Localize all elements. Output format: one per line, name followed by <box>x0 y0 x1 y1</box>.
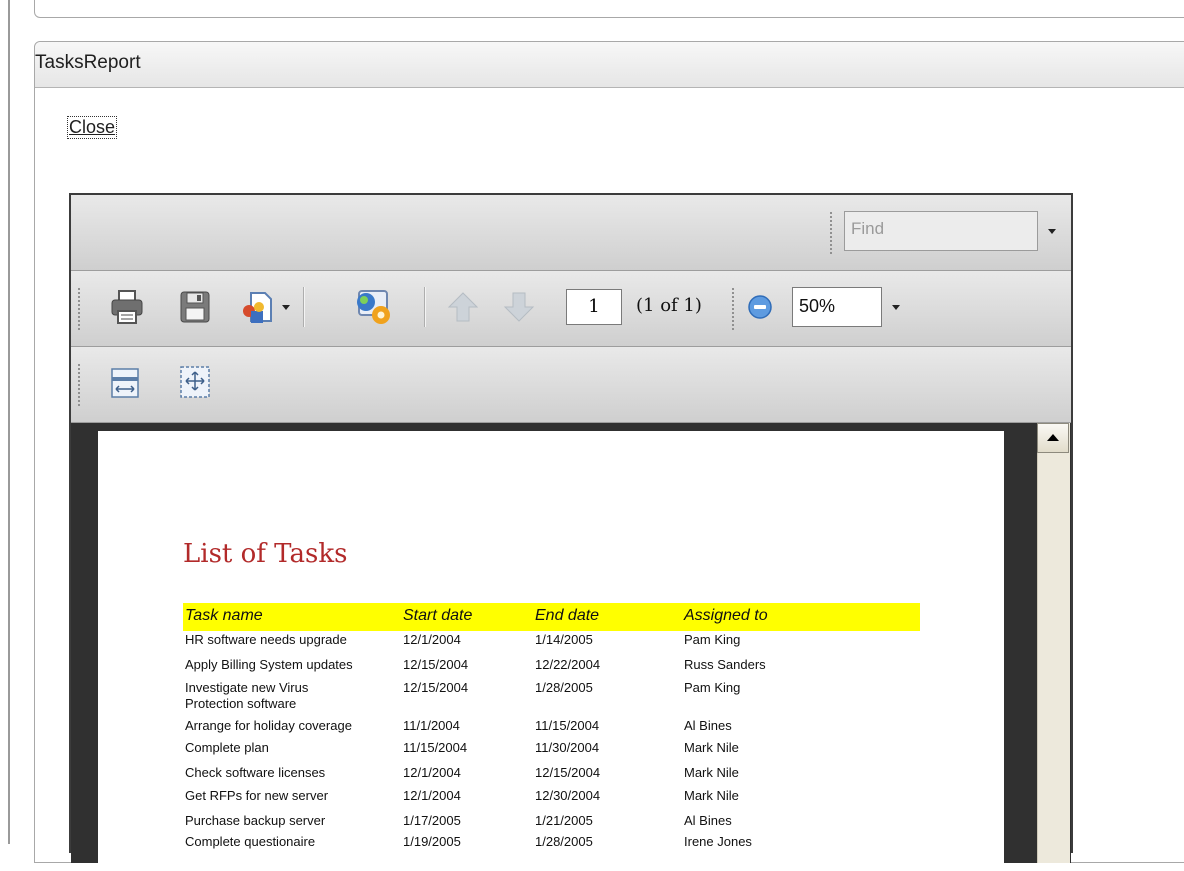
next-page-button[interactable] <box>501 289 541 329</box>
table-cell-end: 12/15/2004 <box>535 765 601 780</box>
table-cell-assigned: Mark Nile <box>684 765 739 780</box>
whole-page-button[interactable] <box>177 363 217 403</box>
toolbar-grip[interactable] <box>829 211 833 255</box>
table-cell-end: 1/21/2005 <box>535 813 593 828</box>
page-width-button[interactable] <box>107 365 147 405</box>
vertical-scrollbar[interactable] <box>1037 423 1070 863</box>
page-width-icon <box>111 368 139 398</box>
toolbar-separator <box>303 287 304 327</box>
table-cell-start: 1/17/2005 <box>403 813 461 828</box>
report-title: List of Tasks <box>183 539 348 569</box>
find-toolbar: Find <box>71 195 1071 271</box>
find-dropdown-icon[interactable] <box>1048 229 1056 234</box>
table-cell-start: 12/1/2004 <box>403 788 461 803</box>
table-cell-start: 12/15/2004 <box>403 657 469 672</box>
table-cell-task: Complete questionaire <box>185 834 316 849</box>
table-cell-assigned: Al Bines <box>684 813 732 828</box>
find-input[interactable]: Find <box>844 211 1038 251</box>
table-cell-end: 1/28/2005 <box>535 680 593 695</box>
table-cell-task: Protection software <box>185 696 297 711</box>
table-cell-task: Purchase backup server <box>185 813 326 828</box>
page-count-label: (1 of 1) <box>636 295 702 316</box>
table-cell-end: 1/14/2005 <box>535 632 593 647</box>
upper-panel-edge <box>34 0 1184 18</box>
column-header-start: Start date <box>403 607 473 624</box>
previous-page-button[interactable] <box>445 289 485 329</box>
column-header-assigned: Assigned to <box>684 607 768 624</box>
close-link[interactable]: Close <box>66 116 118 139</box>
scroll-up-button[interactable] <box>1037 423 1069 453</box>
scroll-up-icon <box>1047 434 1059 441</box>
table-cell-assigned: Russ Sanders <box>684 657 766 672</box>
web-layout-icon <box>357 290 390 324</box>
table-cell-end: 12/30/2004 <box>535 788 601 803</box>
toolbar-grip[interactable] <box>77 363 81 407</box>
table-cell-end: 1/28/2005 <box>535 834 593 849</box>
table-cell-task: Investigate new Virus <box>185 680 309 695</box>
table-cell-start: 1/19/2005 <box>403 834 461 849</box>
table-cell-task: Get RFPs for new server <box>185 788 329 803</box>
save-button[interactable] <box>175 287 215 327</box>
page-number-input[interactable]: 1 <box>566 289 622 325</box>
report-page: List of Tasks Task name Start date End d… <box>98 431 1004 871</box>
web-layout-button[interactable] <box>351 285 391 325</box>
toolbar-grip[interactable] <box>77 287 81 331</box>
toolbar-separator <box>424 287 425 327</box>
table-cell-assigned: Irene Jones <box>684 834 752 849</box>
table-cell-task: HR software needs upgrade <box>185 632 347 647</box>
table-cell-end: 12/22/2004 <box>535 657 601 672</box>
table-cell-assigned: Mark Nile <box>684 740 739 755</box>
table-cell-assigned: Pam King <box>684 632 741 647</box>
export-icon <box>243 292 272 323</box>
table-cell-start: 12/15/2004 <box>403 680 469 695</box>
outer-border-line <box>8 0 10 844</box>
table-cell-start: 12/1/2004 <box>403 632 461 647</box>
table-cell-task: Check software licenses <box>185 765 326 780</box>
zoom-out-button[interactable] <box>745 289 775 325</box>
table-cell-task: Arrange for holiday coverage <box>185 718 352 733</box>
table-cell-assigned: Mark Nile <box>684 788 739 803</box>
table-cell-task: Complete plan <box>185 740 269 755</box>
table-cell-assigned: Pam King <box>684 680 741 695</box>
report-viewer: Find 1 (1 of 1) 50% List of Tasks Task n… <box>69 193 1073 871</box>
print-button[interactable] <box>107 287 147 327</box>
page-fit-toolbar <box>71 347 1071 423</box>
table-cell-end: 11/15/2004 <box>535 718 600 733</box>
table-cell-start: 12/1/2004 <box>403 765 461 780</box>
panel-header: TasksReport <box>35 42 1184 88</box>
document-area: List of Tasks Task name Start date End d… <box>71 423 1071 871</box>
table-cell-start: 11/1/2004 <box>403 718 460 733</box>
table-cell-start: 11/15/2004 <box>403 740 468 755</box>
toolbar-grip[interactable] <box>731 287 735 331</box>
save-icon <box>180 291 210 323</box>
column-header-task: Task name <box>185 607 263 624</box>
main-toolbar: 1 (1 of 1) 50% <box>71 271 1071 347</box>
prev-page-icon <box>447 292 479 322</box>
zoom-dropdown-icon[interactable] <box>892 305 900 310</box>
whole-page-icon <box>180 366 210 398</box>
zoom-out-icon <box>748 295 772 319</box>
zoom-level-input[interactable]: 50% <box>792 287 882 327</box>
table-cell-assigned: Al Bines <box>684 718 732 733</box>
panel-title: TasksReport <box>35 52 141 73</box>
table-cell-task: Apply Billing System updates <box>185 657 353 672</box>
table-cell-end: 11/30/2004 <box>535 740 600 755</box>
export-dropdown-icon[interactable] <box>282 305 290 310</box>
print-icon <box>111 290 143 324</box>
column-header-end: End date <box>535 607 600 624</box>
export-button[interactable] <box>237 287 277 327</box>
next-page-icon <box>503 292 535 322</box>
